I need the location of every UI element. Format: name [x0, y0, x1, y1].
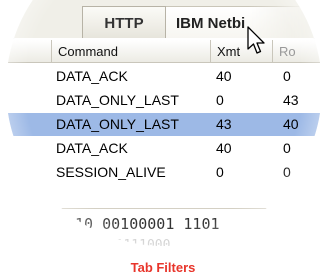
cell-command: DATA_ONLY_LAST: [56, 116, 179, 132]
tab-ibm-netbios[interactable]: IBM Netbi: [166, 6, 316, 38]
mouse-pointer-icon: [247, 26, 265, 54]
cell-xmt: 40: [216, 68, 232, 84]
cell-rcv: 40: [283, 116, 299, 132]
cell-rcv: 43: [283, 92, 299, 108]
table-row[interactable]: DATA_ACK 40 0: [6, 65, 322, 88]
hex-dump-pane: 110 00100001 1101 011111000: [6, 208, 322, 246]
hex-line: 011111000: [100, 238, 171, 246]
column-header-command[interactable]: Command: [51, 40, 211, 62]
table-row-selected[interactable]: DATA_ONLY_LAST 43 40: [6, 113, 322, 136]
protocol-tab-strip: HTTP IBM Netbi: [6, 0, 322, 39]
cell-rcv: 0: [283, 140, 291, 156]
cell-xmt: 43: [216, 116, 232, 132]
cell-command: DATA_ONLY_LAST: [56, 92, 179, 108]
cell-command: SESSION_ALIVE: [56, 164, 166, 180]
tab-http[interactable]: HTTP: [82, 6, 166, 38]
table-row[interactable]: DATA_ONLY_LAST 0 43: [6, 89, 322, 112]
cell-rcv: 0: [283, 68, 291, 84]
cell-rcv: 0: [283, 164, 291, 180]
command-list: Command Xmt Ro DATA_ACK 40 0 DATA_ONLY_L…: [6, 38, 322, 208]
cell-xmt: 0: [216, 92, 224, 108]
magnifier-view: HTTP IBM Netbi Command Xmt Ro DATA_ACK 4…: [6, 0, 322, 246]
cell-command: DATA_ACK: [56, 68, 128, 84]
table-row[interactable]: DATA_ACK 40 0: [6, 137, 322, 160]
hex-line: 110 00100001 1101: [66, 215, 220, 233]
table-row[interactable]: SESSION_ALIVE 0 0: [6, 161, 322, 184]
cell-xmt: 0: [216, 164, 224, 180]
caption-tab-filters: Tab Filters: [130, 260, 196, 275]
list-header: Command Xmt Ro: [6, 40, 322, 63]
cell-xmt: 40: [216, 140, 232, 156]
column-header-rcv[interactable]: Ro: [273, 40, 322, 62]
cell-command: DATA_ACK: [56, 140, 128, 156]
